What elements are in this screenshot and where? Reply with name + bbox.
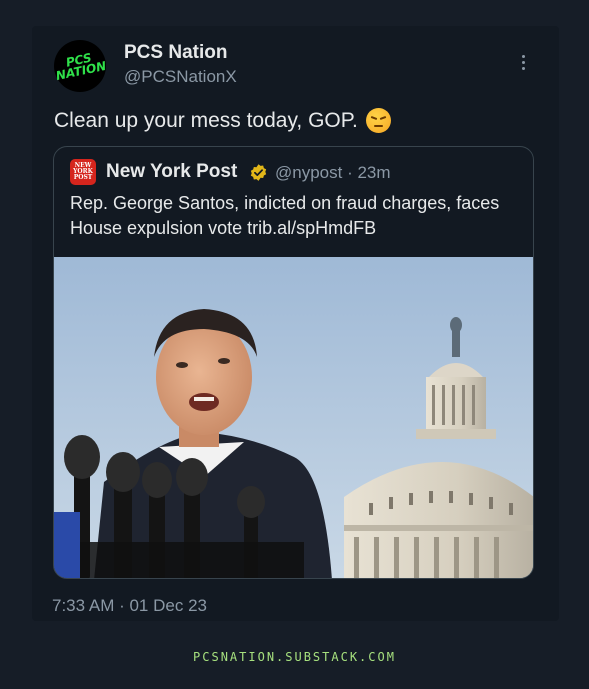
more-options-icon[interactable]	[514, 50, 532, 74]
tweet-text: Clean up your mess today, GOP.	[54, 108, 391, 133]
verified-badge-icon	[250, 164, 267, 181]
tweet-card: PCS NATION PCS Nation @PCSNationX Clean …	[32, 26, 559, 621]
quoted-text: Rep. George Santos, indicted on fraud ch…	[70, 193, 500, 238]
news-photo	[54, 257, 533, 578]
author-name[interactable]: PCS Nation	[124, 42, 227, 64]
screenshot-frame: PCS NATION PCS Nation @PCSNationX Clean …	[0, 0, 589, 689]
nypost-logo-text: NEW YORK POST	[73, 162, 93, 181]
avatar-logo-text: PCS NATION	[54, 50, 108, 84]
quoted-tweet[interactable]: NEW YORK POST New York Post @nypost · 23…	[53, 146, 534, 579]
quoted-author-name[interactable]: New York Post	[106, 161, 237, 183]
tweet-timestamp[interactable]: 7:33 AM · 01 Dec 23	[52, 596, 207, 616]
quoted-image[interactable]	[54, 257, 533, 578]
angry-face-icon	[365, 108, 391, 133]
watermark: PCSNATION.SUBSTACK.COM	[193, 650, 396, 664]
quoted-handle-time[interactable]: @nypost · 23m	[275, 163, 391, 183]
author-handle[interactable]: @PCSNationX	[124, 67, 237, 87]
nypost-logo: NEW YORK POST	[70, 159, 96, 185]
avatar[interactable]: PCS NATION	[54, 40, 108, 92]
tweet-body: Clean up your mess today, GOP.	[54, 108, 358, 132]
